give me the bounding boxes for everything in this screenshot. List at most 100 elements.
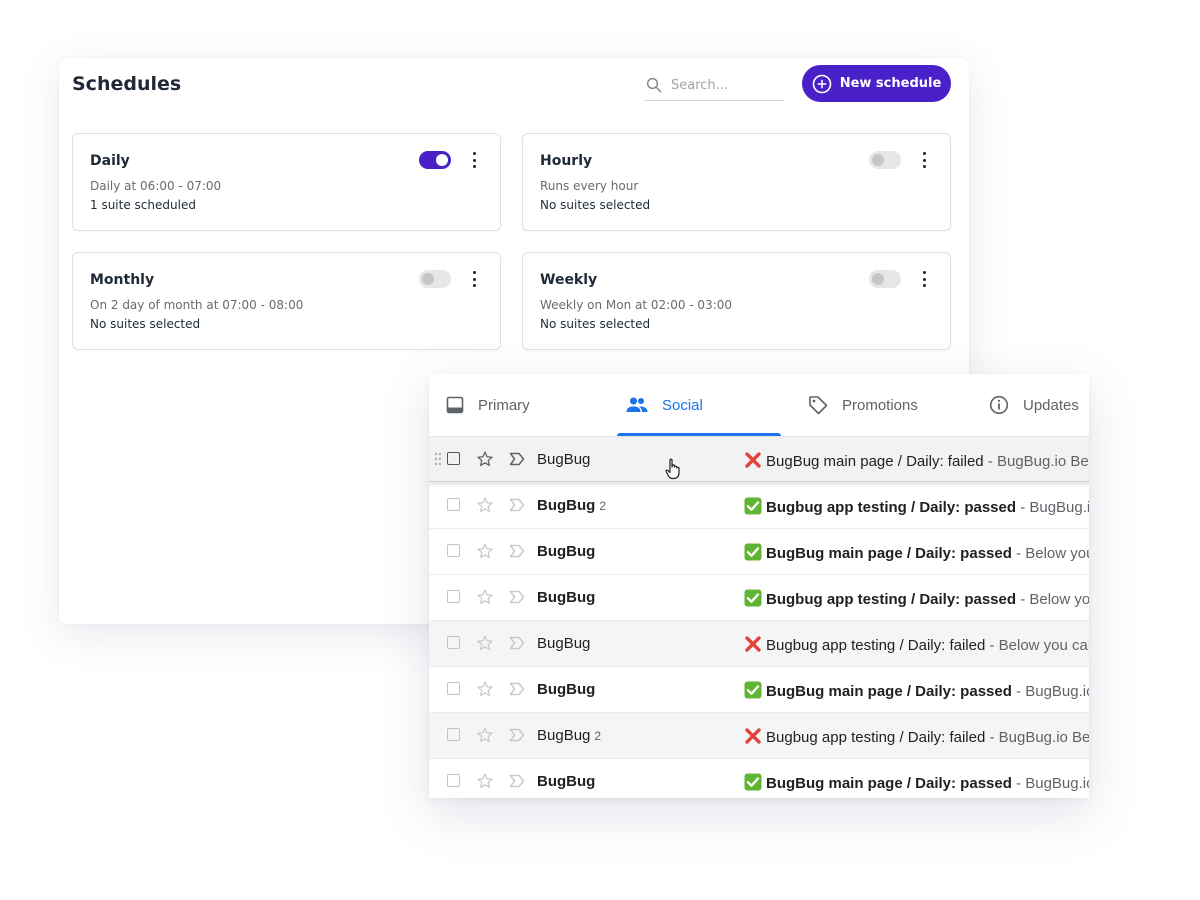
toggle-knob — [872, 273, 884, 285]
subject-line: Bugbug app testing / Daily: failed - Bug… — [744, 727, 1089, 746]
select-checkbox[interactable] — [447, 636, 460, 649]
schedule-description: Weekly on Mon at 02:00 - 03:00 — [540, 298, 732, 312]
schedule-name: Weekly — [540, 272, 598, 288]
tab-label: Promotions — [842, 396, 918, 414]
drag-handle-icon[interactable] — [434, 452, 442, 466]
star-icon[interactable] — [476, 588, 494, 606]
star-icon[interactable] — [476, 542, 494, 560]
subject-line: BugBug main page / Daily: passed - Below… — [744, 543, 1089, 562]
thread-count: 2 — [594, 729, 602, 743]
email-row[interactable]: BugBug 2 Bugbug app testing / Daily: faile… — [429, 713, 1089, 759]
tag-icon — [809, 396, 828, 415]
active-tab-indicator — [617, 433, 781, 436]
email-row[interactable]: BugBug BugBug main page / Daily: passed -… — [429, 759, 1089, 798]
schedule-name: Hourly — [540, 153, 593, 169]
star-icon[interactable] — [476, 772, 494, 790]
schedule-suites: No suites selected — [90, 317, 201, 331]
important-marker-icon[interactable] — [509, 498, 525, 512]
important-marker-icon[interactable] — [509, 544, 525, 558]
sender: BugBug 2 — [537, 497, 606, 514]
snippet-text: - Below you can see the results — [1016, 545, 1089, 562]
email-row[interactable]: BugBug BugBug main page / Daily: failed -… — [429, 437, 1089, 483]
select-checkbox[interactable] — [447, 498, 460, 511]
check-mark-icon — [744, 497, 762, 515]
more-options-icon[interactable] — [469, 151, 479, 169]
star-icon[interactable] — [476, 680, 494, 698]
schedule-toggle[interactable] — [869, 151, 901, 169]
important-marker-icon[interactable] — [509, 682, 525, 696]
tab-updates[interactable]: Updates — [989, 374, 1079, 436]
email-list: BugBug BugBug main page / Daily: failed -… — [429, 437, 1089, 798]
thread-count: 2 — [599, 499, 607, 513]
category-tabs: Primary Social Promotions Updates — [429, 374, 1089, 437]
sender: BugBug — [537, 681, 599, 698]
sender: BugBug — [537, 635, 594, 652]
search-input[interactable] — [669, 76, 783, 94]
email-row[interactable]: BugBug BugBug main page / Daily: passed -… — [429, 667, 1089, 713]
subject-line: BugBug main page / Daily: failed - BugBu… — [744, 451, 1089, 470]
important-marker-icon[interactable] — [509, 728, 525, 742]
select-checkbox[interactable] — [447, 544, 460, 557]
star-icon[interactable] — [476, 450, 494, 468]
schedule-card-monthly[interactable]: Monthly On 2 day of month at 07:00 - 08:… — [72, 252, 501, 350]
email-row[interactable]: BugBug Bugbug app testing / Daily: passed… — [429, 575, 1089, 621]
cross-mark-icon — [745, 636, 761, 652]
sender-name: BugBug — [537, 773, 596, 790]
important-marker-icon[interactable] — [509, 452, 525, 466]
snippet-text: - BugBug.io Below you can see the result… — [987, 453, 1089, 470]
sender-name: BugBug — [537, 497, 596, 514]
schedule-suites: No suites selected — [540, 198, 651, 212]
important-marker-icon[interactable] — [509, 774, 525, 788]
important-marker-icon[interactable] — [509, 636, 525, 650]
subject-line: Bugbug app testing / Daily: failed - Bel… — [744, 635, 1089, 654]
email-row[interactable]: BugBug 2 Bugbug app testing / Daily: passe… — [429, 483, 1089, 529]
sender: BugBug — [537, 773, 599, 790]
info-icon — [989, 395, 1009, 415]
email-row[interactable]: BugBug Bugbug app testing / Daily: failed… — [429, 621, 1089, 667]
star-icon[interactable] — [476, 726, 494, 744]
more-options-icon[interactable] — [919, 151, 929, 169]
hand-cursor-icon — [665, 458, 680, 480]
subject-text: BugBug main page / Daily: passed — [766, 545, 1012, 562]
sender-name: BugBug — [537, 589, 596, 606]
email-row[interactable]: BugBug BugBug main page / Daily: passed -… — [429, 529, 1089, 575]
schedule-description: Daily at 06:00 - 07:00 — [90, 179, 222, 193]
star-icon[interactable] — [476, 496, 494, 514]
important-marker-icon[interactable] — [509, 590, 525, 604]
sender-name: BugBug — [537, 681, 596, 698]
search-box[interactable] — [644, 70, 784, 101]
select-checkbox[interactable] — [447, 682, 460, 695]
more-options-icon[interactable] — [919, 270, 929, 288]
sender-name: BugBug — [537, 635, 591, 652]
toggle-knob — [422, 273, 434, 285]
schedule-description: Runs every hour — [540, 179, 639, 193]
search-icon — [646, 77, 662, 93]
new-schedule-label: New schedule — [839, 76, 942, 91]
check-mark-icon — [744, 589, 762, 607]
select-checkbox[interactable] — [447, 728, 460, 741]
schedule-toggle[interactable] — [419, 270, 451, 288]
more-options-icon[interactable] — [469, 270, 479, 288]
subject-line: Bugbug app testing / Daily: passed - Bug… — [744, 497, 1089, 516]
new-schedule-button[interactable]: New schedule — [802, 65, 951, 102]
select-checkbox[interactable] — [447, 774, 460, 787]
select-checkbox[interactable] — [447, 452, 460, 465]
tab-social[interactable]: Social — [626, 374, 703, 436]
schedule-name: Daily — [90, 153, 130, 169]
subject-line: BugBug main page / Daily: passed - BugBu… — [744, 681, 1089, 700]
tab-promotions[interactable]: Promotions — [808, 374, 918, 436]
subject-text: BugBug main page / Daily: failed — [766, 453, 984, 470]
subject-text: Bugbug app testing / Daily: passed — [766, 591, 1017, 608]
tab-primary[interactable]: Primary — [446, 374, 530, 436]
schedule-card-daily[interactable]: Daily Daily at 06:00 - 07:00 1 suite sch… — [72, 133, 501, 231]
schedule-card-weekly[interactable]: Weekly Weekly on Mon at 02:00 - 03:00 No… — [522, 252, 951, 350]
select-checkbox[interactable] — [447, 590, 460, 603]
schedule-card-hourly[interactable]: Hourly Runs every hour No suites selecte… — [522, 133, 951, 231]
sender: BugBug — [537, 451, 594, 468]
schedule-toggle[interactable] — [869, 270, 901, 288]
schedule-toggle[interactable] — [419, 151, 451, 169]
check-mark-icon — [744, 681, 762, 699]
subject-text: Bugbug app testing / Daily: failed — [766, 729, 986, 746]
star-icon[interactable] — [476, 634, 494, 652]
snippet-text: - BugBug.io Below you can see — [1020, 499, 1089, 516]
